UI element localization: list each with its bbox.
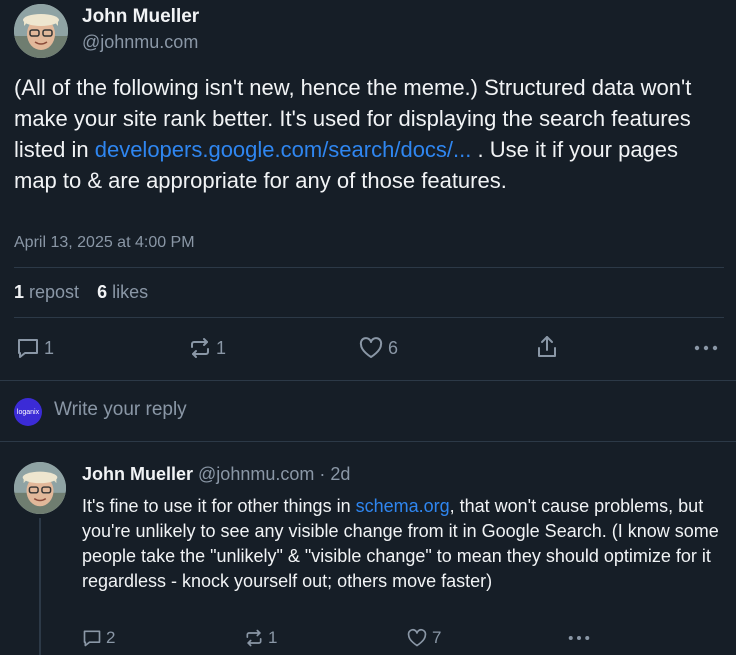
author-avatar[interactable] [14, 4, 68, 58]
reposts-label: repost [29, 282, 80, 302]
reply-repost-button[interactable]: 1 [244, 628, 277, 648]
like-icon [359, 337, 383, 358]
reply-link[interactable]: schema.org [356, 496, 450, 516]
repost-icon [191, 338, 209, 358]
reply-like-count: 7 [432, 628, 442, 647]
reply-author-handle[interactable]: @johnmu.com [198, 464, 314, 484]
divider [0, 441, 736, 442]
repost-button[interactable]: 1 [188, 336, 226, 360]
repost-count: 1 [216, 337, 227, 358]
reply-like-button[interactable]: 7 [406, 628, 441, 648]
composer-avatar-text: loganix [16, 408, 40, 416]
divider [0, 380, 736, 381]
likes-count: 6 [97, 282, 108, 302]
reposts-count: 1 [14, 282, 25, 302]
author-name[interactable]: John Mueller [82, 6, 199, 28]
reply-button[interactable]: 1 [16, 336, 54, 360]
reply-input[interactable]: Write your reply [54, 399, 714, 421]
repost-icon [246, 629, 262, 647]
reply-author-avatar[interactable] [14, 462, 66, 514]
reply-reply-count: 2 [106, 628, 116, 647]
reply-more-button[interactable] [568, 634, 590, 642]
reply-repost-count: 1 [268, 628, 278, 647]
divider [14, 267, 724, 268]
author-handle[interactable]: @johnmu.com [82, 32, 198, 53]
post-text: (All of the following isn't new, hence t… [14, 72, 726, 196]
reply-icon [83, 630, 101, 647]
reply-icon [18, 339, 38, 358]
likes-stat[interactable]: 6 likes [97, 282, 148, 303]
post-stats: 1 repost 6 likes [14, 282, 148, 303]
like-button[interactable]: 6 [358, 336, 398, 360]
divider [14, 317, 724, 318]
likes-label: likes [112, 282, 149, 302]
more-icon [694, 345, 718, 351]
thread-line [39, 518, 41, 655]
more-icon [568, 635, 590, 641]
reply-text-body: It's fine to use it for other things in [82, 496, 356, 516]
like-count: 6 [388, 337, 399, 358]
share-button[interactable] [535, 334, 559, 360]
reply-text: It's fine to use it for other things in … [82, 494, 722, 594]
reply-age[interactable]: · 2d [319, 464, 350, 484]
composer-avatar[interactable]: loganix [14, 398, 42, 426]
more-button[interactable] [694, 344, 718, 352]
reply-author-name[interactable]: John Mueller [82, 464, 193, 484]
reply-count: 1 [44, 337, 55, 358]
post-link[interactable]: developers.google.com/search/docs/... [95, 137, 472, 162]
reply-reply-button[interactable]: 2 [82, 628, 115, 648]
post-timestamp[interactable]: April 13, 2025 at 4:00 PM [14, 234, 195, 252]
reposts-stat[interactable]: 1 repost [14, 282, 79, 303]
reply-header: John Mueller @johnmu.com · 2d [82, 464, 350, 485]
share-icon [538, 336, 556, 357]
like-icon [407, 628, 427, 647]
